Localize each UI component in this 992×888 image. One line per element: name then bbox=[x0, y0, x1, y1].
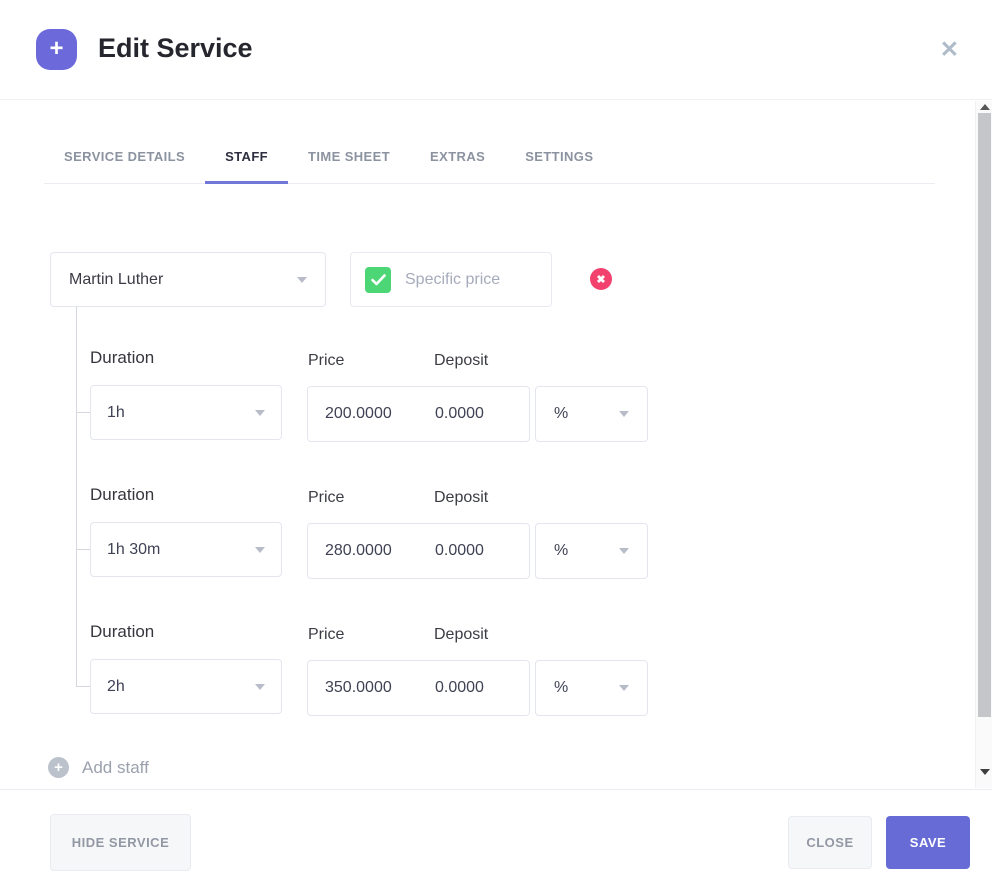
connector-stub bbox=[76, 412, 91, 413]
deposit-unit-select[interactable]: % bbox=[535, 660, 648, 716]
scroll-up-icon[interactable] bbox=[980, 104, 990, 110]
duration-label: Duration bbox=[90, 622, 155, 641]
tab-staff[interactable]: STAFF bbox=[205, 149, 289, 184]
price-input[interactable] bbox=[307, 523, 419, 579]
price-input[interactable] bbox=[307, 386, 419, 442]
service-plus-icon: + bbox=[36, 29, 77, 70]
scrollbar[interactable] bbox=[975, 101, 992, 788]
duration-value: 1h bbox=[107, 403, 125, 421]
duration-select[interactable]: 2h bbox=[90, 659, 282, 714]
edit-service-modal: + Edit Service ✕ SERVICE DETAILS STAFF T… bbox=[0, 0, 992, 888]
price-label: Price bbox=[308, 626, 345, 643]
tab-time-sheet[interactable]: TIME SHEET bbox=[288, 149, 410, 184]
close-button[interactable]: CLOSE bbox=[788, 816, 872, 869]
specific-price-box: Specific price bbox=[350, 252, 552, 307]
price-input[interactable] bbox=[307, 660, 419, 716]
price-label: Price bbox=[308, 352, 345, 369]
scrollbar-thumb[interactable] bbox=[978, 113, 991, 717]
deposit-unit-select[interactable]: % bbox=[535, 523, 648, 579]
scroll-down-icon[interactable] bbox=[980, 769, 990, 775]
modal-footer: HIDE SERVICE CLOSE SAVE bbox=[0, 789, 992, 888]
deposit-unit-select[interactable]: % bbox=[535, 386, 648, 442]
deposit-label: Deposit bbox=[434, 489, 489, 506]
modal-header: + Edit Service ✕ bbox=[0, 0, 992, 100]
chevron-down-icon bbox=[255, 683, 265, 690]
duration-select[interactable]: 1h bbox=[90, 385, 282, 440]
chevron-down-icon bbox=[297, 276, 307, 283]
chevron-down-icon bbox=[619, 411, 629, 417]
connector-line bbox=[76, 307, 77, 687]
deposit-label: Deposit bbox=[434, 626, 489, 643]
duration-value: 1h 30m bbox=[107, 540, 161, 558]
hide-service-button[interactable]: HIDE SERVICE bbox=[50, 814, 191, 871]
connector-stub bbox=[76, 686, 91, 687]
deposit-input[interactable] bbox=[418, 386, 530, 442]
deposit-unit-value: % bbox=[554, 405, 569, 422]
specific-price-label: Specific price bbox=[405, 270, 501, 288]
check-icon bbox=[370, 273, 386, 285]
chevron-down-icon bbox=[255, 409, 265, 416]
duration-label: Duration bbox=[90, 485, 155, 504]
deposit-unit-value: % bbox=[554, 542, 569, 559]
save-button[interactable]: SAVE bbox=[886, 816, 970, 869]
duration-label: Duration bbox=[90, 348, 155, 367]
staff-name-select[interactable]: Martin Luther bbox=[50, 252, 326, 307]
duration-value: 2h bbox=[107, 677, 125, 695]
tab-bar: SERVICE DETAILS STAFF TIME SHEET EXTRAS … bbox=[44, 149, 935, 184]
tab-settings[interactable]: SETTINGS bbox=[505, 149, 613, 184]
duration-select[interactable]: 1h 30m bbox=[90, 522, 282, 577]
deposit-input[interactable] bbox=[418, 660, 530, 716]
chevron-down-icon bbox=[255, 546, 265, 553]
price-label: Price bbox=[308, 489, 345, 506]
plus-icon: + bbox=[49, 34, 64, 62]
plus-circle-icon: + bbox=[48, 757, 69, 778]
tab-extras[interactable]: EXTRAS bbox=[410, 149, 505, 184]
staff-name-value: Martin Luther bbox=[69, 270, 164, 288]
tab-service-details[interactable]: SERVICE DETAILS bbox=[44, 149, 205, 184]
add-staff-label: Add staff bbox=[82, 757, 149, 777]
add-staff-button[interactable]: + Add staff bbox=[48, 757, 149, 778]
chevron-down-icon bbox=[619, 548, 629, 554]
modal-title: Edit Service bbox=[98, 33, 253, 63]
close-icon[interactable]: ✕ bbox=[940, 36, 959, 63]
deposit-label: Deposit bbox=[434, 352, 489, 369]
connector-stub bbox=[76, 549, 91, 550]
specific-price-checkbox[interactable] bbox=[365, 266, 391, 293]
chevron-down-icon bbox=[619, 685, 629, 691]
modal-body: SERVICE DETAILS STAFF TIME SHEET EXTRAS … bbox=[0, 101, 975, 789]
remove-staff-icon[interactable]: ✖ bbox=[590, 268, 612, 290]
deposit-unit-value: % bbox=[554, 679, 569, 696]
deposit-input[interactable] bbox=[418, 523, 530, 579]
